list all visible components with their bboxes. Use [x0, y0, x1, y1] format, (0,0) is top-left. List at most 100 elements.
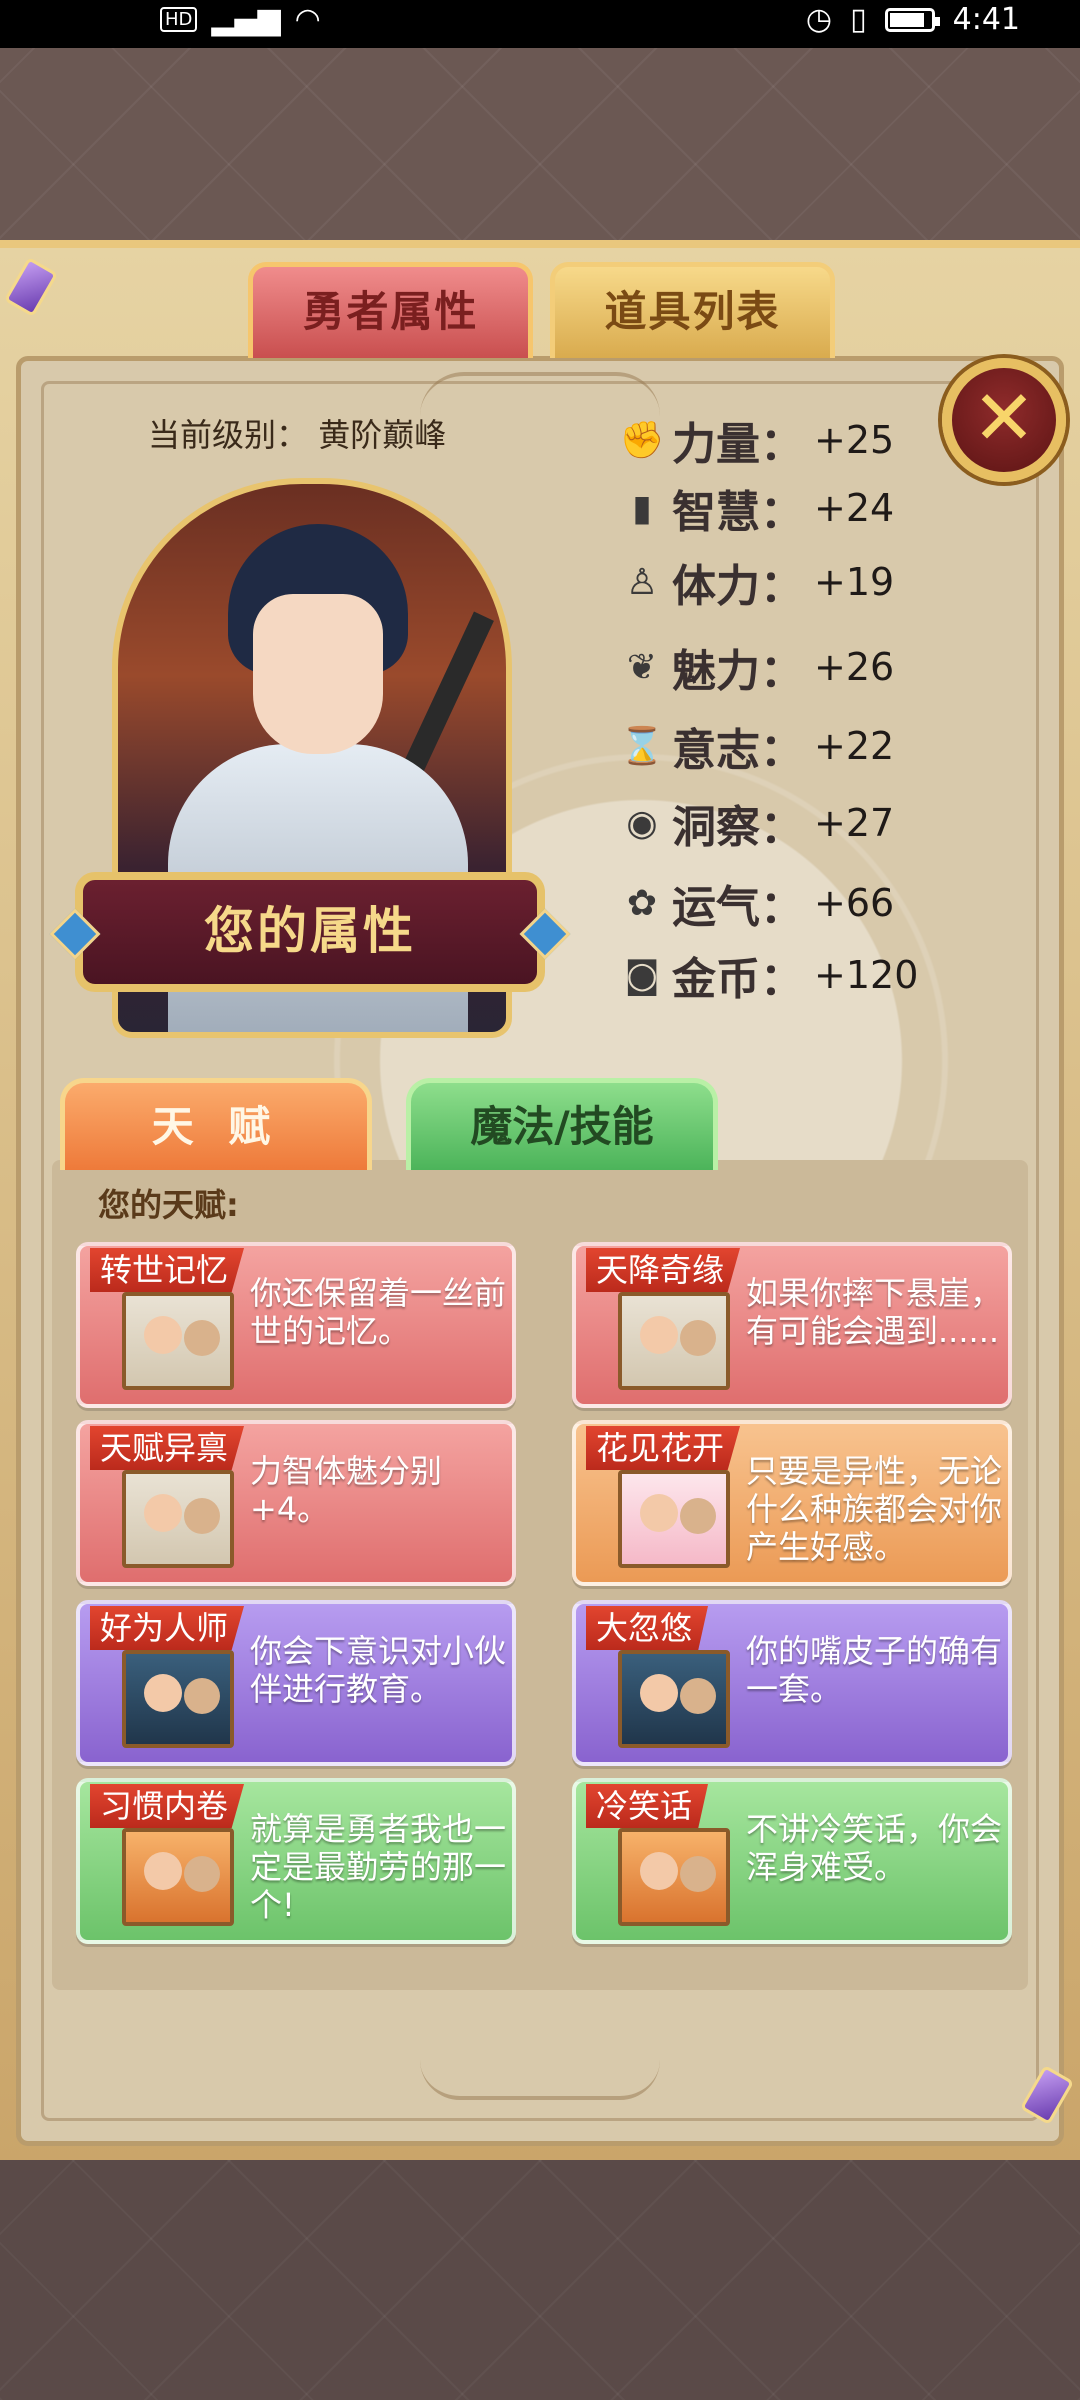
character-figure [680, 1320, 716, 1356]
stat-name: 智慧 [672, 487, 760, 538]
stat-separator: ： [760, 419, 804, 470]
stat-row: ❦ 魅力： +26 [622, 637, 894, 697]
stat-name: 意志 [672, 725, 760, 776]
stat-separator: ： [760, 802, 804, 853]
character-figure [184, 1498, 220, 1534]
talent-title: 好为人师 [90, 1606, 245, 1650]
character-figure [640, 1316, 678, 1354]
background-pattern-top [0, 48, 1080, 248]
talent-title: 大忽悠 [586, 1606, 709, 1650]
alarm-icon: ◷ [805, 2, 833, 37]
talent-description: 不讲冷笑话，你会浑身难受。 [746, 1810, 1003, 1886]
talent-description: 你会下意识对小伙伴进行教育。 [250, 1632, 507, 1708]
character-figure [144, 1674, 182, 1712]
character-figure [144, 1494, 182, 1532]
stat-value: +120 [814, 953, 919, 997]
stat-name: 洞察 [672, 802, 760, 853]
your-attributes-banner: 您的属性 [75, 872, 545, 992]
vibrate-icon: ▯ [850, 2, 867, 37]
status-left: HD ▂▄▆ ◠ [160, 2, 321, 37]
talent-title: 天赋异禀 [90, 1426, 245, 1470]
character-figure [640, 1674, 678, 1712]
stat-separator: ： [760, 725, 804, 776]
talent-heading: 您的天赋: [98, 1186, 239, 1224]
talent-card[interactable]: 习惯内卷 就算是勇者我也一定是最勤劳的那一个! [76, 1778, 516, 1944]
talent-description: 只要是异性，无论什么种族都会对你产生好感。 [746, 1452, 1003, 1566]
signal-icon: ▂▄▆ [211, 2, 281, 37]
talent-card[interactable]: 花见花开 只要是异性，无论什么种族都会对你产生好感。 [572, 1420, 1012, 1586]
character-figure [640, 1852, 678, 1890]
close-button[interactable]: ✕ [942, 358, 1066, 482]
current-level: 当前级别： 黄阶巅峰 [148, 410, 446, 456]
talent-card[interactable]: 冷笑话 不讲冷笑话，你会浑身难受。 [572, 1778, 1012, 1944]
talent-image [618, 1650, 730, 1748]
talent-description: 你还保留着一丝前世的记忆。 [250, 1274, 507, 1350]
character-figure [144, 1316, 182, 1354]
stat-row: ⌛ 意志： +22 [620, 716, 895, 776]
talent-title: 习惯内卷 [90, 1784, 245, 1828]
stat-separator: ： [760, 954, 804, 1005]
hd-icon: HD [160, 7, 198, 32]
status-right: ◷ ▯ 4:41 [806, 2, 1020, 37]
stat-row: ✊ 力量： +25 [619, 410, 895, 470]
talent-image [618, 1470, 730, 1568]
stat-value: +24 [814, 486, 895, 530]
talent-card[interactable]: 天降奇缘 如果你摔下悬崖，有可能会遇到...... [572, 1242, 1012, 1408]
talent-description: 就算是勇者我也一定是最勤劳的那一个! [250, 1810, 507, 1924]
character-figure [144, 1852, 182, 1890]
book-icon: ▮ [632, 487, 652, 529]
character-figure [680, 1498, 716, 1534]
current-level-label: 当前级别： [148, 416, 309, 454]
tab-hero-attributes[interactable]: 勇者属性 [248, 262, 533, 358]
talent-card[interactable]: 好为人师 你会下意识对小伙伴进行教育。 [76, 1600, 516, 1766]
character-figure [680, 1856, 716, 1892]
talent-image [618, 1292, 730, 1390]
coin-icon: ◙ [624, 954, 660, 996]
stat-separator: ： [760, 882, 804, 933]
stat-value: +66 [814, 881, 895, 925]
tab-magic-skill[interactable]: 魔法/技能 [406, 1078, 718, 1170]
talent-image [122, 1470, 234, 1568]
battery-icon [884, 7, 940, 32]
talent-title: 花见花开 [586, 1426, 741, 1470]
talent-title: 冷笑话 [586, 1784, 709, 1828]
character-figure [640, 1494, 678, 1532]
charm-icon: ❦ [626, 646, 658, 688]
tab-item-list[interactable]: 道具列表 [550, 262, 835, 358]
talent-card[interactable]: 天赋异禀 力智体魅分别+4。 [76, 1420, 516, 1586]
stat-value: +19 [814, 560, 895, 604]
stat-value: +25 [814, 418, 895, 462]
current-level-value: 黄阶巅峰 [318, 416, 447, 454]
stamina-icon: ♙ [625, 561, 659, 603]
stat-name: 体力 [672, 561, 760, 612]
ornament-bottom [420, 2060, 660, 2100]
tab-talent[interactable]: 天 赋 [60, 1078, 372, 1170]
stat-separator: ： [760, 646, 804, 697]
stat-value: +26 [814, 645, 895, 689]
stat-row: ✿ 运气： +66 [622, 873, 894, 933]
talent-description: 力智体魅分别+4。 [250, 1452, 443, 1528]
stat-separator: ： [760, 561, 804, 612]
talent-image [122, 1292, 234, 1390]
talent-card[interactable]: 大忽悠 你的嘴皮子的确有一套。 [572, 1600, 1012, 1766]
stat-separator: ： [760, 487, 804, 538]
talent-card[interactable]: 转世记忆 你还保留着一丝前世的记忆。 [76, 1242, 516, 1408]
stat-name: 力量 [672, 419, 760, 470]
status-bar: HD ▂▄▆ ◠ ◷ ▯ 4:41 [0, 0, 1080, 48]
talent-description: 你的嘴皮子的确有一套。 [746, 1632, 1003, 1708]
character-figure [184, 1678, 220, 1714]
stat-row: ◙ 金币： +120 [622, 945, 919, 1005]
hero-face [253, 594, 383, 754]
stat-row: ♙ 体力： +19 [622, 552, 894, 612]
talent-description: 如果你摔下悬崖，有可能会遇到...... [746, 1274, 1003, 1350]
eye-icon: ◉ [626, 802, 658, 844]
strength-icon: ✊ [619, 420, 665, 461]
clock: 4:41 [952, 2, 1020, 37]
talent-title: 转世记忆 [90, 1248, 245, 1292]
character-figure [184, 1856, 220, 1892]
stat-value: +27 [814, 801, 895, 845]
talent-image [618, 1828, 730, 1926]
stat-value: +22 [814, 724, 895, 768]
stat-row: ▮ 智慧： +24 [622, 478, 894, 538]
talent-image [122, 1828, 234, 1926]
